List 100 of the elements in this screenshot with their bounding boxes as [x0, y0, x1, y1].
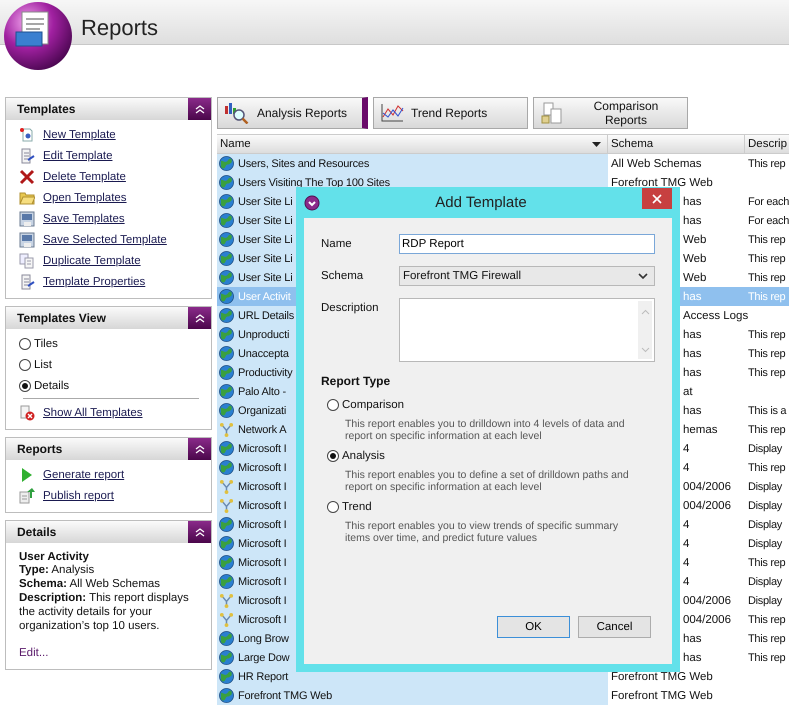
description-cell: Display [748, 480, 782, 492]
description-cell: Display [748, 518, 782, 530]
close-button[interactable] [642, 188, 672, 209]
schema-cell: 4 [683, 462, 690, 474]
copy-icon [19, 252, 35, 268]
report-name[interactable]: Microsoft I [238, 594, 287, 606]
report-name[interactable]: User Site Li [238, 214, 292, 226]
view-option[interactable]: Details [19, 375, 211, 396]
sidebar-link[interactable]: Open Templates [43, 192, 127, 204]
collapse-button[interactable] [188, 521, 211, 543]
schema-cell: 004/2006 [683, 614, 731, 626]
sidebar-link[interactable]: Duplicate Template [43, 254, 141, 266]
sidebar-link[interactable]: Save Templates [43, 212, 125, 224]
report-name[interactable]: Microsoft I [238, 462, 287, 474]
line-chart-icon [380, 103, 404, 123]
schema-cell: 4 [683, 576, 690, 588]
report-name[interactable]: Palo Alto - [238, 386, 286, 398]
sidebar-link[interactable]: Delete Template [43, 170, 126, 182]
report-name[interactable]: Microsoft I [238, 518, 287, 530]
report-type-option[interactable]: Trend [327, 501, 656, 513]
view-option[interactable]: List [19, 354, 211, 375]
globe-icon [219, 365, 234, 380]
close-icon [652, 194, 662, 204]
report-type-option[interactable]: Comparison [327, 399, 656, 411]
collapse-button[interactable] [188, 438, 211, 460]
report-name[interactable]: URL Details [238, 310, 294, 322]
report-name[interactable]: Microsoft I [238, 614, 287, 626]
report-name[interactable]: User Site Li [238, 272, 292, 284]
globe-icon [219, 156, 234, 171]
schema-cell: Web [683, 272, 706, 284]
edit-link[interactable]: Edit... [19, 647, 201, 659]
details-line: Type: Analysis [19, 563, 96, 577]
report-name[interactable]: Microsoft I [238, 500, 287, 512]
network-icon [219, 593, 234, 608]
sidebar-link[interactable]: Publish report [43, 490, 114, 502]
report-name[interactable]: User Site Li [238, 196, 292, 208]
sidebar-link[interactable]: Generate report [43, 468, 124, 480]
collapse-button[interactable] [188, 307, 211, 329]
view-option[interactable]: Tiles [19, 333, 211, 354]
report-name[interactable]: Productivity [238, 366, 292, 378]
report-name[interactable]: Microsoft I [238, 556, 287, 568]
description-cell: This rep [748, 290, 786, 302]
schema-dropdown[interactable]: Forefront TMG Firewall [399, 266, 655, 286]
description-cell: This rep [748, 234, 786, 246]
folder-icon [19, 190, 35, 204]
column-header[interactable]: Name [217, 135, 608, 153]
document-arrow-icon [19, 488, 35, 504]
report-name[interactable]: Network A [238, 424, 286, 436]
description-cell: This rep [748, 328, 786, 340]
collapse-button[interactable] [188, 98, 211, 120]
globe-icon [219, 194, 234, 209]
documents-icon [540, 102, 564, 124]
report-name[interactable]: Unproducti [238, 328, 290, 340]
description-cell: Display [748, 500, 782, 512]
dialog-button[interactable]: Cancel [578, 616, 651, 638]
report-tab[interactable]: Analysis Reports [217, 97, 368, 129]
globe-icon [219, 669, 234, 684]
chart-magnifier-icon [224, 102, 250, 124]
sidebar-link[interactable]: Template Properties [43, 276, 146, 288]
report-name[interactable]: HR Report [238, 670, 288, 682]
name-field[interactable]: RDP Report [399, 234, 655, 254]
schema-cell: has [683, 404, 702, 416]
report-tab[interactable]: Comparison Reports [533, 97, 688, 129]
schema-cell: Forefront TMG Web [611, 670, 713, 682]
schema-cell: has [683, 366, 702, 378]
sidebar-link[interactable]: Edit Template [43, 150, 112, 162]
schema-cell: 004/2006 [683, 500, 731, 512]
report-name[interactable]: Organizati [238, 404, 286, 416]
report-name[interactable]: User Site Li [238, 234, 292, 246]
report-name[interactable]: Microsoft I [238, 538, 287, 550]
option-description: This report enables you to drilldown into 4 levels of data and report on specific information at each level [345, 418, 626, 442]
report-name[interactable]: Large Dow [238, 652, 290, 664]
description-cell: For each [748, 214, 789, 226]
globe-icon [219, 688, 234, 703]
report-name[interactable]: Microsoft I [238, 576, 287, 588]
delete-icon [19, 168, 35, 184]
sidebar-link[interactable]: Show All Templates [43, 406, 143, 418]
sidebar-link[interactable]: Save Selected Template [43, 234, 167, 246]
double-chevron-up-icon [194, 444, 204, 454]
report-tab[interactable]: Trend Reports [373, 97, 528, 129]
dialog-button[interactable]: OK [497, 616, 570, 638]
column-header[interactable]: Descrip [745, 135, 789, 153]
schema-cell: Access Logs [683, 310, 748, 322]
schema-cell: Web [683, 252, 706, 264]
report-name[interactable]: Forefront TMG Web [238, 690, 332, 702]
report-type-option[interactable]: Analysis [327, 450, 656, 462]
column-header[interactable]: Schema [608, 135, 745, 153]
report-name[interactable]: User Site Li [238, 252, 292, 264]
app-title: Reports [81, 15, 158, 41]
sidebar-link[interactable]: New Template [43, 128, 116, 140]
description-cell: This rep [748, 348, 786, 360]
report-name[interactable]: Microsoft I [238, 442, 287, 454]
document-pencil-icon [19, 274, 35, 290]
globe-icon [219, 517, 234, 532]
description-cell: This rep [748, 614, 786, 626]
field-label: Description [321, 301, 380, 316]
report-name[interactable]: Microsoft I [238, 480, 287, 492]
report-name[interactable]: Long Brow [238, 632, 289, 644]
globe-icon [219, 327, 234, 342]
report-name[interactable]: Unaccepta [238, 348, 289, 360]
